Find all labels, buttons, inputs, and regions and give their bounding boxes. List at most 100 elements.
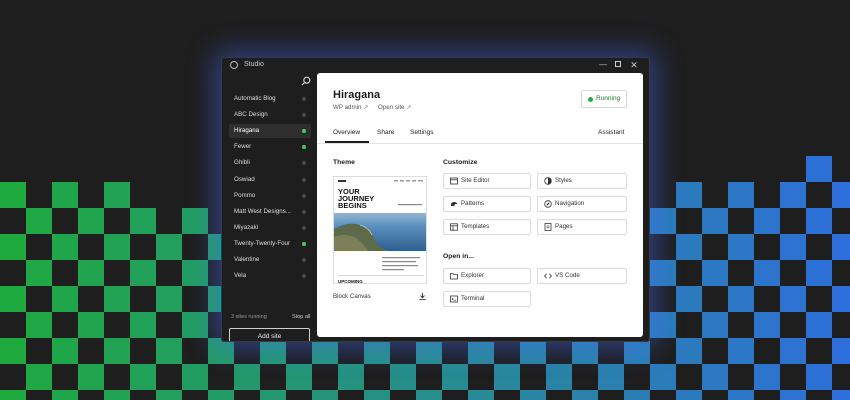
checker-tile <box>0 390 26 400</box>
pages-button[interactable]: Pages <box>537 219 627 235</box>
pages-label: Pages <box>555 223 573 230</box>
checker-tile <box>52 338 78 364</box>
checker-tile <box>130 208 156 234</box>
checker-tile <box>494 364 520 390</box>
sidebar-site-item[interactable]: Hiragana <box>229 124 311 139</box>
checker-tile <box>806 312 832 338</box>
checker-tile <box>676 338 702 364</box>
tab-settings[interactable]: Settings <box>410 129 434 136</box>
terminal-button[interactable]: Terminal <box>443 291 531 307</box>
tab-assistant[interactable]: Assistant <box>598 129 624 136</box>
checker-tile <box>104 286 130 312</box>
checker-tile <box>806 260 832 286</box>
checker-tile <box>676 234 702 260</box>
checker-tile <box>156 390 182 400</box>
folder-icon <box>450 273 458 280</box>
running-indicator-icon <box>302 241 306 246</box>
checker-tile <box>728 286 754 312</box>
navigation-button[interactable]: Navigation <box>537 196 627 212</box>
checker-tile <box>676 182 702 208</box>
sidebar-site-item[interactable]: Valentine <box>229 253 311 267</box>
sites-sidebar: Automatic Blog ABC Design Hiragana Fewer Ghi… <box>222 88 317 341</box>
stop-all-button[interactable]: Stop all <box>292 314 310 320</box>
sidebar-site-item[interactable]: Ghibli <box>229 156 311 170</box>
stopped-indicator-icon <box>302 97 306 101</box>
sidebar-site-item[interactable]: Fewer <box>229 140 311 154</box>
sidebar-site-item[interactable]: Pommo <box>229 189 311 203</box>
checker-tile <box>676 390 702 400</box>
checker-tile <box>832 338 850 364</box>
checker-tile <box>650 208 676 234</box>
theme-preview-image: YOUR JOURNEY BEGINS UPCOMING <box>334 177 426 283</box>
sidebar-site-item[interactable]: Twenty-Twenty-Four <box>229 237 311 251</box>
checker-tile <box>364 390 390 400</box>
checker-tile <box>780 390 806 400</box>
pages-icon <box>544 223 552 231</box>
maximize-button[interactable] <box>611 59 625 71</box>
site-name: Twenty-Twenty-Four <box>234 239 291 247</box>
checker-tile <box>442 364 468 390</box>
site-name: Pommo <box>234 191 256 199</box>
styles-button[interactable]: Styles <box>537 173 627 189</box>
checker-tile <box>130 312 156 338</box>
running-indicator-icon <box>302 129 306 134</box>
checker-tile <box>806 364 832 390</box>
search-icon[interactable] <box>301 76 311 86</box>
templates-icon <box>450 223 458 231</box>
site-name: Vela <box>234 272 247 280</box>
patterns-icon <box>451 202 457 206</box>
templates-button[interactable]: Templates <box>443 219 531 235</box>
studio-logo-icon <box>230 61 238 69</box>
sidebar-site-item[interactable]: Matt West Designs... <box>229 205 311 219</box>
minimize-button[interactable]: — <box>596 59 610 71</box>
running-status-icon <box>588 97 593 102</box>
download-icon[interactable] <box>418 292 427 301</box>
checker-tile <box>0 234 26 260</box>
running-indicator-icon <box>302 145 306 150</box>
checker-tile <box>650 364 676 390</box>
theme-heading: Theme <box>333 159 355 166</box>
terminal-icon <box>450 295 458 303</box>
checker-tile <box>832 390 850 400</box>
checker-tile <box>728 182 754 208</box>
wp-admin-link[interactable]: WP admin ↗ <box>333 104 368 111</box>
vs-code-button[interactable]: VS Code <box>537 268 627 284</box>
maximize-icon <box>615 61 621 67</box>
site-name: Ghibli <box>234 159 250 167</box>
theme-name: Block Canvas <box>333 293 371 300</box>
checker-tile <box>52 234 78 260</box>
customize-heading: Customize <box>443 159 478 166</box>
checker-tile <box>468 390 494 400</box>
sidebar-site-item[interactable]: Automatic Blog <box>229 92 311 106</box>
status-badge[interactable]: Running <box>581 90 627 108</box>
checker-tile <box>0 286 26 312</box>
checker-tile <box>650 260 676 286</box>
open-site-link[interactable]: Open site ↗ <box>378 104 412 111</box>
checker-tile <box>650 312 676 338</box>
site-editor-button[interactable]: Site Editor <box>443 173 531 189</box>
explorer-button[interactable]: Explorer <box>443 268 531 284</box>
checker-tile <box>156 338 182 364</box>
tab-share[interactable]: Share <box>377 129 394 136</box>
checker-tile <box>832 286 850 312</box>
sidebar-site-item[interactable]: Miyazaki <box>229 221 311 235</box>
checker-tile <box>156 286 182 312</box>
checker-tile <box>754 312 780 338</box>
stopped-indicator-icon <box>302 161 306 166</box>
sidebar-site-item[interactable]: ABC Design <box>229 108 311 122</box>
sidebar-site-item[interactable]: Vela <box>229 269 311 283</box>
checker-tile <box>702 364 728 390</box>
theme-preview[interactable]: YOUR JOURNEY BEGINS UPCOMING <box>333 176 427 284</box>
wp-admin-label: WP admin <box>333 104 362 111</box>
add-site-button[interactable]: Add site <box>229 328 310 341</box>
checker-tile <box>52 390 78 400</box>
site-name: Oswiad <box>234 175 255 183</box>
page-title: Hiragana <box>333 89 381 101</box>
patterns-button[interactable]: Patterns <box>443 196 531 212</box>
sidebar-site-item[interactable]: Oswiad <box>229 173 311 187</box>
checker-tile <box>104 234 130 260</box>
checker-tile <box>520 390 546 400</box>
checker-tile <box>702 312 728 338</box>
close-button[interactable]: ✕ <box>627 59 641 71</box>
tab-overview[interactable]: Overview <box>333 129 360 136</box>
